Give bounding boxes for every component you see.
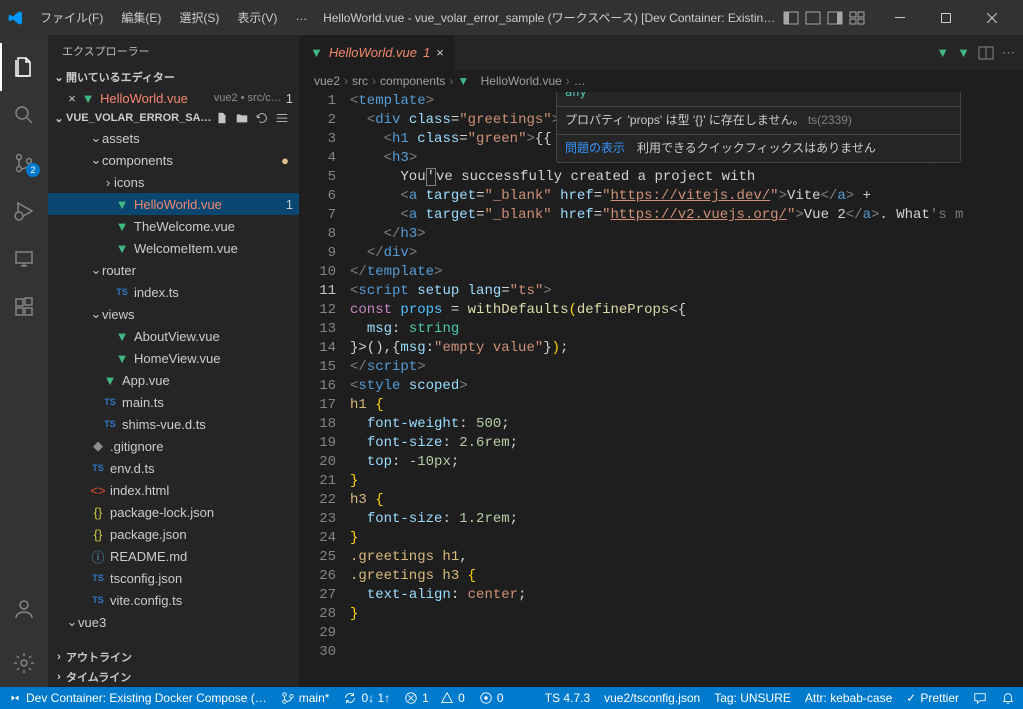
- collapse-icon[interactable]: [275, 111, 289, 125]
- activity-debug[interactable]: [0, 187, 48, 235]
- hover-view-problem[interactable]: 問題の表示: [565, 141, 625, 155]
- timeline-header[interactable]: ›タイムライン: [48, 667, 299, 687]
- tree-item-package-lock-json[interactable]: {}package-lock.json: [48, 501, 299, 523]
- editor-tabs: ▼ HelloWorld.vue 1 × ▼ ▼ ⋯: [300, 35, 1023, 70]
- tree-item-router[interactable]: ⌄router: [48, 259, 299, 281]
- activity-extensions[interactable]: [0, 283, 48, 331]
- tree-item-tsconfig-json[interactable]: TStsconfig.json: [48, 567, 299, 589]
- layout-customize-icon[interactable]: [849, 10, 865, 26]
- file-tree: ⌄assets⌄components●›icons▼HelloWorld.vue…: [48, 127, 299, 647]
- tree-item-shims-vue-d-ts[interactable]: TSshims-vue.d.ts: [48, 413, 299, 435]
- maximize-button[interactable]: [923, 0, 969, 35]
- scm-badge: 2: [26, 163, 40, 177]
- title-bar: ファイル(F) 編集(E) 選択(S) 表示(V) … HelloWorld.v…: [0, 0, 1023, 35]
- hover-quickfix: 利用できるクイックフィックスはありません: [637, 141, 876, 155]
- more-icon[interactable]: ⋯: [1002, 45, 1015, 61]
- status-ports[interactable]: 0: [479, 691, 504, 705]
- outline-header[interactable]: ›アウトライン: [48, 647, 299, 667]
- status-ts[interactable]: TS 4.7.3: [545, 691, 590, 705]
- vscode-icon: [8, 10, 24, 26]
- activity-settings[interactable]: [0, 639, 48, 687]
- status-problems[interactable]: 1 0: [404, 691, 465, 705]
- split-icon[interactable]: [978, 45, 994, 61]
- tree-item-WelcomeItem-vue[interactable]: ▼WelcomeItem.vue: [48, 237, 299, 259]
- minimap[interactable]: [933, 92, 1023, 687]
- tree-item--gitignore[interactable]: ◆.gitignore: [48, 435, 299, 457]
- open-editors-header[interactable]: ⌄開いているエディター: [48, 67, 299, 87]
- tab-helloworld[interactable]: ▼ HelloWorld.vue 1 ×: [300, 35, 455, 70]
- vue-icon[interactable]: ▼: [936, 45, 949, 60]
- close-icon[interactable]: ×: [436, 45, 444, 60]
- status-branch[interactable]: main*: [281, 691, 330, 705]
- tree-item-assets[interactable]: ⌄assets: [48, 127, 299, 149]
- open-editor-item[interactable]: × ▼ HelloWorld.vue vue2 • src/c… 1: [48, 87, 299, 109]
- hover-popup: any プロパティ 'props' は型 '{}' に存在しません。 ts(23…: [556, 92, 961, 163]
- workspace-header[interactable]: ⌄VUE_VOLAR_ERROR_SA…: [48, 109, 299, 127]
- menu-edit[interactable]: 編集(E): [113, 5, 169, 30]
- layout-right-icon[interactable]: [827, 10, 843, 26]
- status-tsconfig[interactable]: vue2/tsconfig.json: [604, 691, 700, 705]
- sidebar: エクスプローラー ⌄開いているエディター × ▼ HelloWorld.vue …: [48, 35, 300, 687]
- activity-bar: 2: [0, 35, 48, 687]
- tree-item-HelloWorld-vue[interactable]: ▼HelloWorld.vue1: [48, 193, 299, 215]
- minimize-button[interactable]: [877, 0, 923, 35]
- activity-explorer[interactable]: [0, 43, 48, 91]
- breadcrumbs[interactable]: vue2› src› components› ▼ HelloWorld.vue›…: [300, 70, 1023, 92]
- close-button[interactable]: [969, 0, 1015, 35]
- code-editor[interactable]: 1234567891011121314151617181920212223242…: [300, 92, 1023, 687]
- tree-item-HomeView-vue[interactable]: ▼HomeView.vue: [48, 347, 299, 369]
- tree-item-TheWelcome-vue[interactable]: ▼TheWelcome.vue: [48, 215, 299, 237]
- layout-bottom-icon[interactable]: [805, 10, 821, 26]
- layout-controls: [783, 10, 865, 26]
- menu-view[interactable]: 表示(V): [229, 5, 285, 30]
- tree-item-icons[interactable]: ›icons: [48, 171, 299, 193]
- new-file-icon[interactable]: [215, 111, 229, 125]
- tree-item-main-ts[interactable]: TSmain.ts: [48, 391, 299, 413]
- vue-icon-2[interactable]: ▼: [957, 45, 970, 60]
- status-bar: Dev Container: Existing Docker Compose (…: [0, 687, 1023, 709]
- editor-area: ▼ HelloWorld.vue 1 × ▼ ▼ ⋯ vue2› src› co…: [300, 35, 1023, 687]
- activity-scm[interactable]: 2: [0, 139, 48, 187]
- tree-item-vue3[interactable]: ⌄vue3: [48, 611, 299, 633]
- tree-item-env-d-ts[interactable]: TSenv.d.ts: [48, 457, 299, 479]
- activity-account[interactable]: [0, 585, 48, 633]
- status-remote[interactable]: Dev Container: Existing Docker Compose (…: [8, 691, 267, 705]
- tree-item-package-json[interactable]: {}package.json: [48, 523, 299, 545]
- window-title: HelloWorld.vue - vue_volar_error_sample …: [315, 9, 783, 26]
- sidebar-title: エクスプローラー: [48, 35, 299, 67]
- tree-item-index-ts[interactable]: TSindex.ts: [48, 281, 299, 303]
- tree-item-README-md[interactable]: ⓘREADME.md: [48, 545, 299, 567]
- layout-left-icon[interactable]: [783, 10, 799, 26]
- status-feedback-icon[interactable]: [973, 691, 987, 705]
- tree-item-vite-config-ts[interactable]: TSvite.config.ts: [48, 589, 299, 611]
- status-attr[interactable]: Attr: kebab-case: [805, 691, 892, 705]
- status-sync[interactable]: 0↓ 1↑: [343, 691, 390, 705]
- hover-type: any: [557, 92, 960, 106]
- menu-selection[interactable]: 選択(S): [171, 5, 227, 30]
- status-bell-icon[interactable]: [1001, 691, 1015, 705]
- menu-file[interactable]: ファイル(F): [32, 5, 111, 30]
- tree-item-views[interactable]: ⌄views: [48, 303, 299, 325]
- hover-msg: プロパティ 'props' は型 '{}' に存在しません。 ts(2339): [557, 106, 960, 134]
- activity-search[interactable]: [0, 91, 48, 139]
- tree-item-index-html[interactable]: <>index.html: [48, 479, 299, 501]
- tree-item-App-vue[interactable]: ▼App.vue: [48, 369, 299, 391]
- tree-item-components[interactable]: ⌄components●: [48, 149, 299, 171]
- new-folder-icon[interactable]: [235, 111, 249, 125]
- menu-more[interactable]: …: [287, 5, 315, 30]
- status-tag[interactable]: Tag: UNSURE: [714, 691, 791, 705]
- status-prettier[interactable]: ✓ Prettier: [906, 691, 959, 705]
- refresh-icon[interactable]: [255, 111, 269, 125]
- tree-item-AboutView-vue[interactable]: ▼AboutView.vue: [48, 325, 299, 347]
- activity-remote[interactable]: [0, 235, 48, 283]
